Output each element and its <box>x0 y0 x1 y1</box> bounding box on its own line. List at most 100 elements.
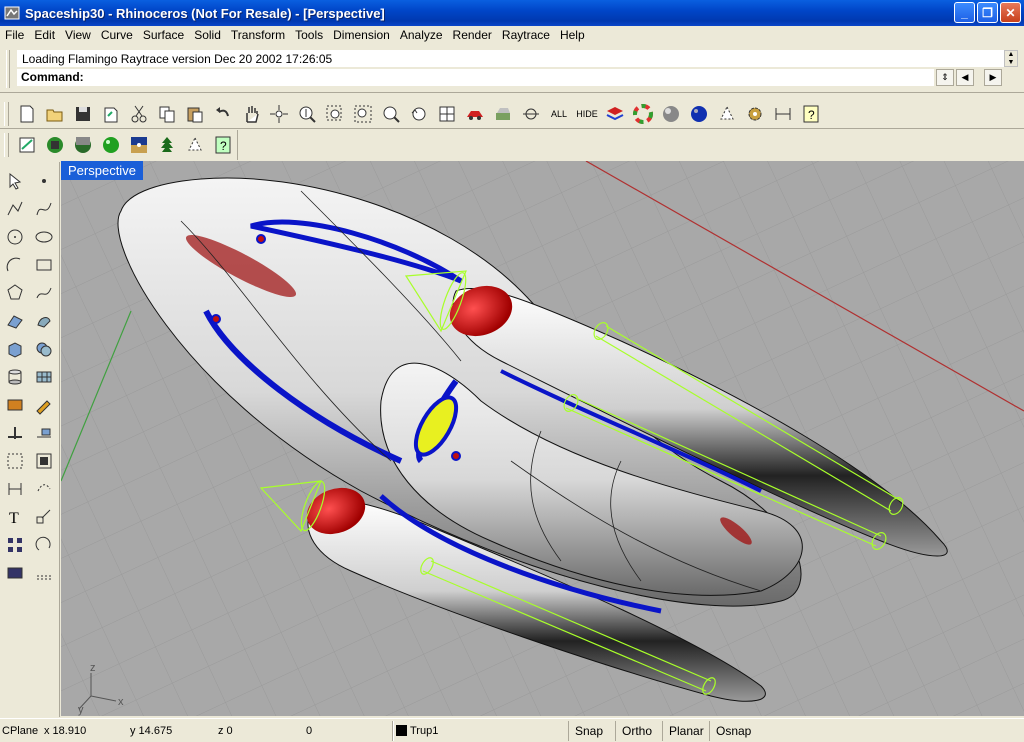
new-button[interactable] <box>13 101 41 127</box>
rotate-button[interactable] <box>31 532 57 558</box>
surface-button[interactable] <box>2 308 28 334</box>
grid-button[interactable] <box>31 560 57 586</box>
rhino-app-icon[interactable] <box>4 5 20 21</box>
command-spin[interactable]: ⇕ <box>936 69 954 86</box>
zoom-window-button[interactable] <box>321 101 349 127</box>
mesh-button[interactable] <box>31 364 57 390</box>
circle-button[interactable] <box>2 224 28 250</box>
menu-tools[interactable]: Tools <box>290 28 328 42</box>
scale-button[interactable] <box>31 504 57 530</box>
menu-raytrace[interactable]: Raytrace <box>497 28 555 42</box>
dimension-button[interactable] <box>2 476 28 502</box>
planar-toggle[interactable]: Planar <box>662 721 710 741</box>
menu-view[interactable]: View <box>60 28 96 42</box>
paste-button[interactable] <box>181 101 209 127</box>
hide-button[interactable]: HIDE <box>573 101 601 127</box>
render-preview-button[interactable] <box>489 101 517 127</box>
light-button[interactable] <box>713 101 741 127</box>
dimension-button[interactable] <box>769 101 797 127</box>
perspective-viewport[interactable]: Perspective z x y <box>61 161 1024 716</box>
print-setup-button[interactable] <box>97 101 125 127</box>
snap-toggle[interactable]: Snap <box>568 721 609 741</box>
layers-button[interactable] <box>601 101 629 127</box>
box-button[interactable] <box>2 336 28 362</box>
options-button[interactable] <box>741 101 769 127</box>
menu-surface[interactable]: Surface <box>138 28 189 42</box>
block-button[interactable] <box>31 448 57 474</box>
plant-button[interactable] <box>153 132 181 158</box>
grid-snap-button[interactable] <box>517 101 545 127</box>
menu-edit[interactable]: Edit <box>29 28 60 42</box>
help-button[interactable]: ? <box>797 101 825 127</box>
menu-curve[interactable]: Curve <box>96 28 138 42</box>
rotate-view-button[interactable] <box>265 101 293 127</box>
trim-button[interactable] <box>31 420 57 446</box>
zoom-dynamic-button[interactable] <box>293 101 321 127</box>
menu-help[interactable]: Help <box>555 28 590 42</box>
menu-render[interactable]: Render <box>448 28 497 42</box>
minimize-button[interactable]: _ <box>954 2 975 23</box>
osnap-toggle[interactable]: Osnap <box>709 721 757 741</box>
polygon-button[interactable] <box>2 280 28 306</box>
blue-sphere-button[interactable] <box>685 101 713 127</box>
arc-button[interactable] <box>2 252 28 278</box>
split-button[interactable] <box>2 420 28 446</box>
cut-button[interactable] <box>125 101 153 127</box>
viewport-scene[interactable]: z x y <box>61 161 1024 716</box>
text-button[interactable]: T <box>2 504 28 530</box>
toolbar-grip[interactable] <box>4 133 9 157</box>
landscape-button[interactable] <box>125 132 153 158</box>
render-help-button[interactable]: ? <box>209 132 237 158</box>
rectangle-button[interactable] <box>31 252 57 278</box>
menu-transform[interactable]: Transform <box>226 28 290 42</box>
color-wheel-button[interactable] <box>629 101 657 127</box>
four-viewports-button[interactable] <box>433 101 461 127</box>
command-scroll-right[interactable]: ▶ <box>984 69 1002 86</box>
open-button[interactable] <box>41 101 69 127</box>
light-cone-button[interactable] <box>181 132 209 158</box>
viewport-title[interactable]: Perspective <box>61 161 143 180</box>
freeform-button[interactable] <box>31 280 57 306</box>
raytrace-render-button[interactable] <box>13 132 41 158</box>
extend-button[interactable] <box>31 392 57 418</box>
toolbar-grip[interactable] <box>4 101 9 126</box>
ellipse-button[interactable] <box>31 224 57 250</box>
select-arrow-button[interactable] <box>2 168 28 194</box>
status-layer[interactable]: Trup1 <box>396 722 438 740</box>
group-button[interactable] <box>2 448 28 474</box>
undo-view-button[interactable] <box>405 101 433 127</box>
array-button[interactable] <box>2 532 28 558</box>
menu-dimension[interactable]: Dimension <box>328 28 395 42</box>
pan-button[interactable] <box>237 101 265 127</box>
menu-analyze[interactable]: Analyze <box>395 28 448 42</box>
fillet-button[interactable] <box>2 392 28 418</box>
zoom-extents-button[interactable] <box>349 101 377 127</box>
ortho-toggle[interactable]: Ortho <box>615 721 658 741</box>
copy-button[interactable] <box>153 101 181 127</box>
command-scroll-left[interactable]: ◀ <box>956 69 974 86</box>
save-render-button[interactable] <box>41 132 69 158</box>
render-sphere-button[interactable] <box>657 101 685 127</box>
undo-button[interactable] <box>209 101 237 127</box>
command-input[interactable]: Command: <box>17 69 934 86</box>
close-button[interactable]: ✕ <box>1000 2 1021 23</box>
menu-file[interactable]: File <box>0 28 29 42</box>
environment-button[interactable] <box>69 132 97 158</box>
cylinder-button[interactable] <box>2 364 28 390</box>
restore-button[interactable]: ❐ <box>977 2 998 23</box>
layer-button[interactable] <box>2 560 28 586</box>
polyline-button[interactable] <box>2 196 28 222</box>
curve-button[interactable] <box>31 196 57 222</box>
point-button[interactable] <box>31 168 57 194</box>
show-all-button[interactable]: ALL <box>545 101 573 127</box>
boolean-button[interactable] <box>31 336 57 362</box>
surface-edit-button[interactable] <box>31 308 57 334</box>
history-scrollbar[interactable]: ▲ ▼ <box>1004 50 1018 67</box>
zoom-selected-button[interactable] <box>377 101 405 127</box>
menu-solid[interactable]: Solid <box>189 28 226 42</box>
status-cplane[interactable]: CPlane <box>2 722 38 740</box>
material-button[interactable] <box>97 132 125 158</box>
shade-button[interactable] <box>461 101 489 127</box>
transform-button[interactable] <box>31 476 57 502</box>
save-button[interactable] <box>69 101 97 127</box>
